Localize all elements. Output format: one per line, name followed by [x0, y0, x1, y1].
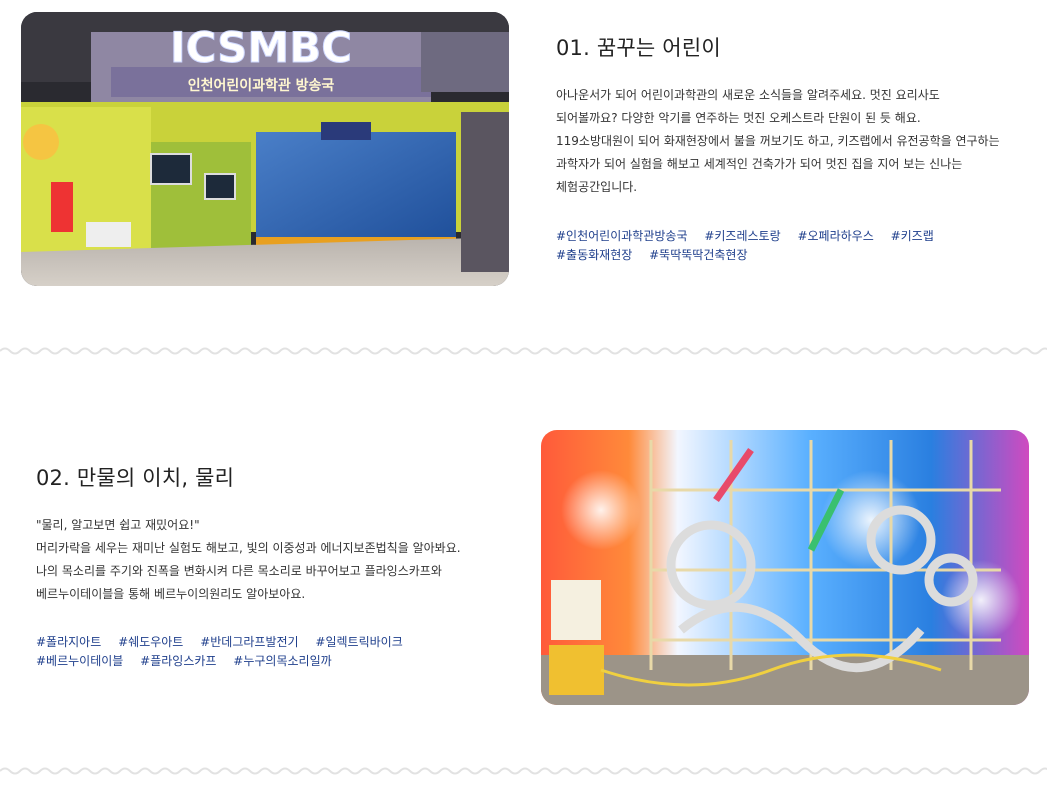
hashtag-link[interactable]: #폴라지아트 [36, 635, 101, 649]
description-line: 되어볼까요? 다양한 악기를 연주하는 멋진 오케스트라 단원이 된 듯 해요. [556, 111, 921, 125]
hashtag-link[interactable]: #누구의목소리일까 [233, 654, 331, 668]
broadcast-studio-photo: ICSMBC 인천어린이과학관 방송국 [21, 12, 509, 286]
wave-divider [0, 347, 1047, 355]
hashtag-link[interactable]: #출동화재현장 [556, 248, 632, 262]
hashtag-link[interactable]: #오페라하우스 [797, 229, 873, 243]
hashtag-link[interactable]: #반데그라프발전기 [200, 635, 298, 649]
studio-sign-text: ICSMBC [170, 23, 352, 72]
description-line: 체험공간입니다. [556, 180, 638, 194]
hashtag-list: #인천어린이과학관방송국 #키즈레스토랑 #오페라하우스 #키즈랩 #출동화재현… [556, 227, 947, 265]
section-description: "물리, 알고보면 쉽고 재밌어요!" 머리카락을 세우는 재미난 실험도 해보… [36, 514, 516, 606]
description-line: 머리카락을 세우는 재미난 실험도 해보고, 빛의 이중성과 에너지보존법칙을 … [36, 541, 461, 555]
hashtag-link[interactable]: #뚝딱뚝딱건축현장 [649, 248, 747, 262]
wave-divider [0, 767, 1047, 775]
hashtag-link[interactable]: #플라잉스카프 [140, 654, 216, 668]
hashtag-link[interactable]: #베르누이테이블 [36, 654, 123, 668]
description-line: 119소방대원이 되어 화재현장에서 불을 꺼보기도 하고, 키즈랩에서 유전공… [556, 134, 1000, 148]
section-title: 01. 꿈꾸는 어린이 [556, 36, 721, 60]
hashtag-link[interactable]: #일렉트릭바이크 [315, 635, 402, 649]
hashtag-link[interactable]: #키즈레스토랑 [704, 229, 780, 243]
description-line: "물리, 알고보면 쉽고 재밌어요!" [36, 518, 200, 532]
description-line: 과학자가 되어 실험을 해보고 세계적인 건축가가 되어 멋진 집을 지어 보는… [556, 157, 963, 171]
section-description: 아나운서가 되어 어린이과학관의 새로운 소식들을 알려주세요. 멋진 요리사도… [556, 84, 1036, 199]
hashtag-list: #폴라지아트 #쉐도우아트 #반데그라프발전기 #일렉트릭바이크 #베르누이테이… [36, 633, 416, 671]
description-line: 나의 목소리를 주기와 진폭을 변화시켜 다른 목소리로 바꾸어보고 플라잉스카… [36, 564, 442, 578]
hashtag-link[interactable]: #인천어린이과학관방송국 [556, 229, 688, 243]
hashtag-link[interactable]: #쉐도우아트 [118, 635, 183, 649]
section-title: 02. 만물의 이치, 물리 [36, 466, 235, 490]
description-line: 베르누이테이블을 통해 베르누이의원리도 알아보아요. [36, 587, 306, 601]
physics-exhibit-photo [541, 430, 1029, 705]
description-line: 아나운서가 되어 어린이과학관의 새로운 소식들을 알려주세요. 멋진 요리사도 [556, 88, 940, 102]
studio-banner-text: 인천어린이과학관 방송국 [188, 77, 335, 94]
hashtag-link[interactable]: #키즈랩 [891, 229, 934, 243]
